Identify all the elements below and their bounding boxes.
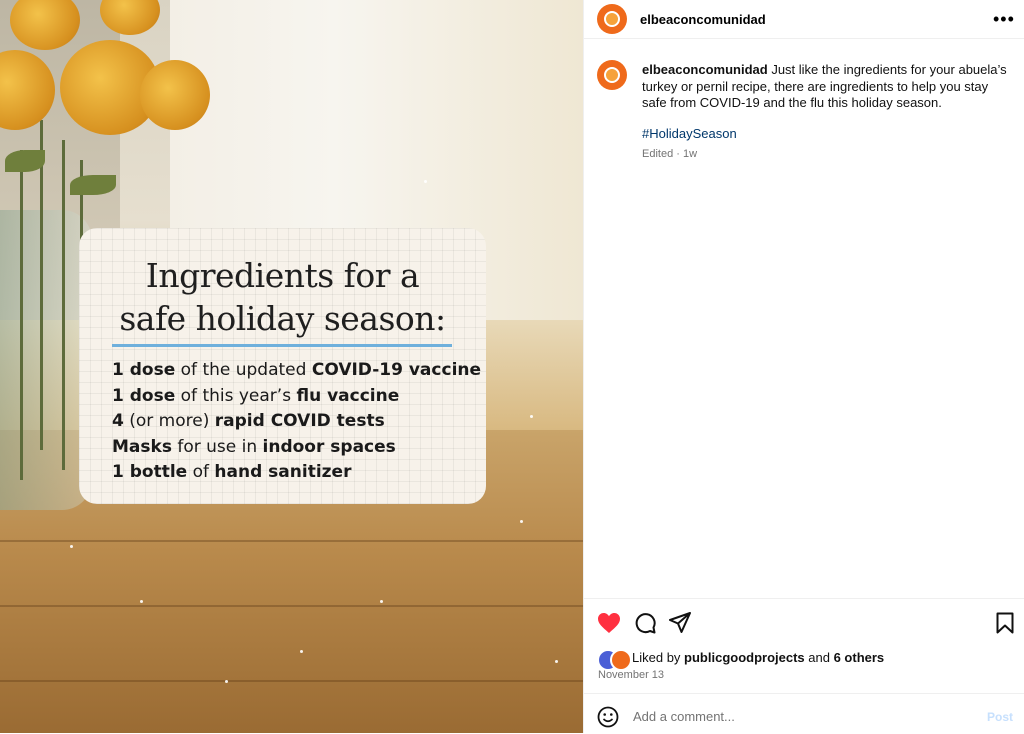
caption-username[interactable]: elbeaconcomunidad (642, 62, 768, 77)
ingredient-item: 4 (or more) rapid COVID tests (112, 411, 385, 431)
post-header: elbeaconcomunidad ••• (584, 0, 1024, 39)
hashtag-link[interactable]: #HolidaySeason (642, 126, 737, 141)
card-divider (112, 344, 452, 347)
avatar[interactable] (597, 4, 627, 34)
ingredient-item: 1 dose of the updated COVID-19 vaccine (112, 360, 482, 380)
post-date: November 13 (598, 669, 665, 681)
ingredients-card: Ingredients for a safe holiday season: 1… (79, 228, 486, 504)
comment-bar: Add a comment... Post (584, 693, 1024, 734)
post-meta: Edited · 1w (642, 148, 698, 160)
liker-avatar[interactable] (610, 649, 632, 671)
post-sidebar: elbeaconcomunidad ••• elbeaconcomunidad … (583, 0, 1024, 733)
share-icon[interactable] (669, 612, 691, 634)
action-bar: Liked by publicgoodprojects and 6 others… (584, 598, 1024, 694)
ingredients-list: 1 dose of the updated COVID-19 vaccine 1… (112, 358, 482, 486)
caption-avatar[interactable] (597, 60, 627, 90)
likes-summary[interactable]: Liked by publicgoodprojects and 6 others (632, 650, 884, 665)
ingredient-item: 1 bottle of hand sanitizer (112, 462, 352, 482)
comment-input[interactable]: Add a comment... (633, 709, 735, 724)
card-title: Ingredients for a safe holiday season: (119, 256, 446, 338)
caption: elbeaconcomunidad Just like the ingredie… (642, 62, 1007, 110)
comment-icon[interactable] (634, 612, 656, 634)
bookmark-icon[interactable] (996, 612, 1014, 634)
post-button[interactable]: Post (987, 710, 1013, 724)
ingredient-item: Masks for use in indoor spaces (112, 436, 396, 457)
more-icon[interactable]: ••• (993, 9, 1015, 30)
emoji-icon[interactable] (597, 706, 619, 728)
header-username[interactable]: elbeaconcomunidad (640, 12, 766, 27)
ingredient-item: 1 dose of this year’s flu vaccine (112, 385, 400, 406)
heart-icon[interactable] (597, 612, 621, 634)
post-image[interactable]: Ingredients for a safe holiday season: 1… (0, 0, 583, 733)
